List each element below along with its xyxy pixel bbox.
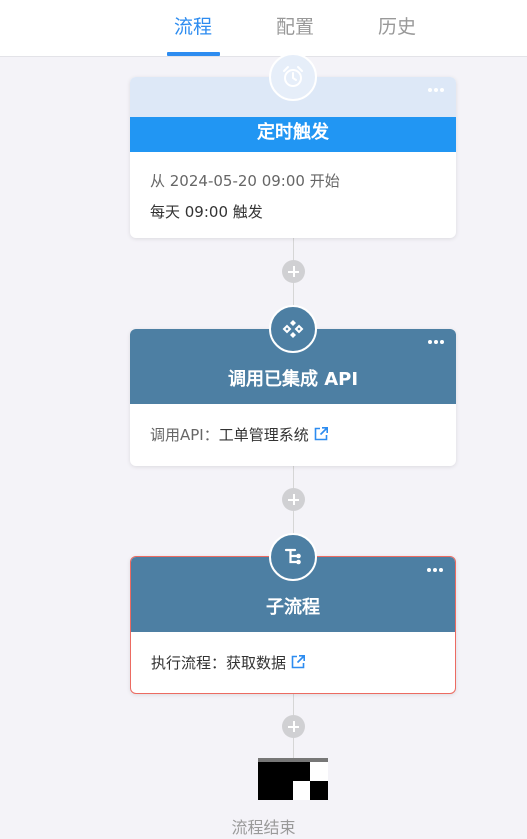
external-link-icon[interactable] (313, 426, 329, 442)
add-node-button[interactable] (282, 260, 305, 283)
subflow-icon (269, 533, 317, 581)
external-link-icon[interactable] (290, 654, 306, 670)
card-body: 调用API：工单管理系统 (130, 404, 456, 445)
add-node-button[interactable] (282, 715, 305, 738)
api-value: 工单管理系统 (218, 426, 309, 444)
node-title: 调用已集成 API (227, 369, 359, 390)
api-integration-icon (269, 305, 317, 353)
tab-flow[interactable]: 流程 (174, 12, 212, 56)
card-body: 从 2024-05-20 09:00 开始 每天 09:00 触发 (130, 171, 456, 222)
api-label: 调用API： (150, 426, 219, 444)
tab-history[interactable]: 历史 (378, 12, 416, 56)
checkered-flag-icon (258, 758, 328, 800)
more-options-icon[interactable] (428, 340, 444, 346)
trigger-repeat-text: 每天 09:00 触发 (150, 203, 263, 221)
node-title: 定时触发 (257, 122, 329, 143)
top-tab-bar: 流程 配置 历史 (0, 0, 527, 57)
end-label: 流程结束 (231, 818, 296, 837)
more-options-icon[interactable] (428, 88, 444, 94)
more-options-icon[interactable] (427, 568, 443, 574)
active-tab-indicator (167, 52, 220, 56)
card-body: 执行流程：获取数据 (131, 632, 455, 673)
subflow-label: 执行流程： (151, 654, 227, 672)
add-node-button[interactable] (282, 488, 305, 511)
trigger-start-text: 从 2024-05-20 09:00 开始 (150, 172, 340, 190)
node-title: 子流程 (266, 597, 320, 618)
tab-config[interactable]: 配置 (276, 12, 314, 56)
node-card-scheduled-trigger[interactable]: 定时触发 从 2024-05-20 09:00 开始 每天 09:00 触发 (130, 77, 456, 238)
alarm-clock-icon (269, 53, 317, 101)
subflow-value: 获取数据 (226, 654, 287, 672)
